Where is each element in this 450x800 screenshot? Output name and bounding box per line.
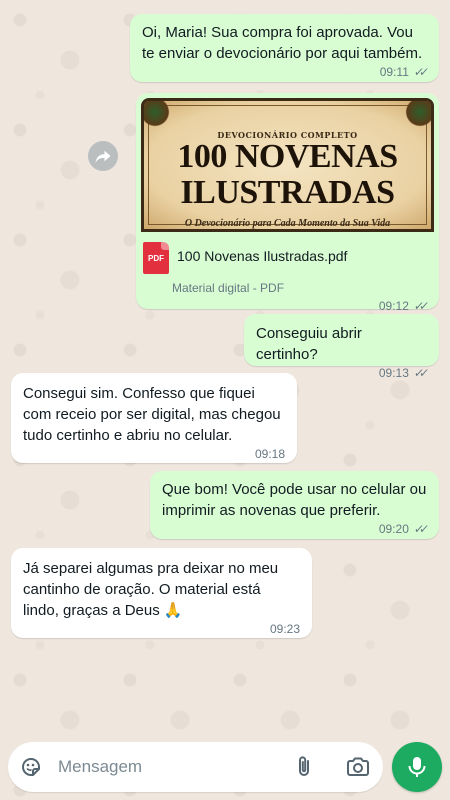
outgoing-message[interactable]: Oi, Maria! Sua compra foi aprovada. Vou … [130, 14, 439, 82]
document-file-info: Material digital - PDF [172, 281, 285, 295]
outgoing-message[interactable]: Conseguiu abrir certinho? 09:13 ✓✓ [244, 314, 439, 380]
message-time: 09:23 [269, 621, 300, 636]
message-time: 09:18 [254, 446, 285, 461]
message-input[interactable]: Mensagem [58, 757, 291, 777]
paperclip-icon [299, 756, 309, 776]
message-meta: 09:20 ✓✓ [150, 521, 439, 543]
sticker-icon [21, 758, 40, 776]
message-text: Oi, Maria! Sua compra foi aprovada. Vou … [142, 24, 423, 62]
document-file-name: 100 Novenas Ilustradas.pdf [177, 248, 348, 264]
document-file-row[interactable]: PDF 100 Novenas Ilustradas.pdf [141, 232, 434, 274]
message-text: Consegui sim. Confesso que fiquei com re… [23, 385, 281, 444]
mic-icon [408, 757, 426, 777]
cover-tagline: O Devocionário para Cada Momento da Sua … [184, 218, 391, 229]
camera-icon [347, 757, 369, 776]
cover-title: ILUSTRADAS [180, 174, 395, 211]
incoming-message[interactable]: Consegui sim. Confesso que fiquei com re… [11, 373, 297, 463]
pdf-icon: PDF [143, 242, 169, 274]
forward-icon [95, 150, 111, 163]
message-time: 09:20 [378, 521, 409, 536]
forward-button[interactable] [88, 141, 118, 171]
message-text: Já separei algumas pra deixar no meu can… [23, 560, 279, 619]
read-receipt-icon: ✓✓ [412, 365, 426, 380]
read-receipt-icon: ✓✓ [412, 521, 426, 536]
sticker-button[interactable] [18, 754, 44, 780]
message-meta: 09:18 [11, 446, 297, 468]
voice-message-button[interactable] [392, 742, 442, 792]
message-meta: 09:23 [11, 621, 312, 643]
read-receipt-icon: ✓✓ [412, 64, 426, 79]
chat-area[interactable]: Oi, Maria! Sua compra foi aprovada. Vou … [0, 0, 450, 740]
outgoing-message[interactable]: Que bom! Você pode usar no celular ou im… [150, 471, 439, 539]
camera-button[interactable] [345, 754, 371, 780]
message-meta: 09:11 ✓✓ [130, 64, 439, 86]
incoming-message[interactable]: Já separei algumas pra deixar no meu can… [11, 548, 312, 638]
message-text: Que bom! Você pode usar no celular ou im… [162, 481, 427, 519]
message-time: 09:13 [378, 365, 409, 380]
message-text: Conseguiu abrir certinho? [256, 325, 362, 363]
attach-button[interactable] [291, 754, 317, 780]
document-preview[interactable]: DEVOCIONÁRIO COMPLETO 100 NOVENAS ILUSTR… [141, 98, 434, 232]
document-message[interactable]: DEVOCIONÁRIO COMPLETO 100 NOVENAS ILUSTR… [136, 93, 439, 313]
cover-title: 100 NOVENAS [177, 138, 398, 175]
message-input-bar[interactable]: Mensagem [8, 742, 383, 792]
message-time: 09:11 [379, 64, 409, 79]
